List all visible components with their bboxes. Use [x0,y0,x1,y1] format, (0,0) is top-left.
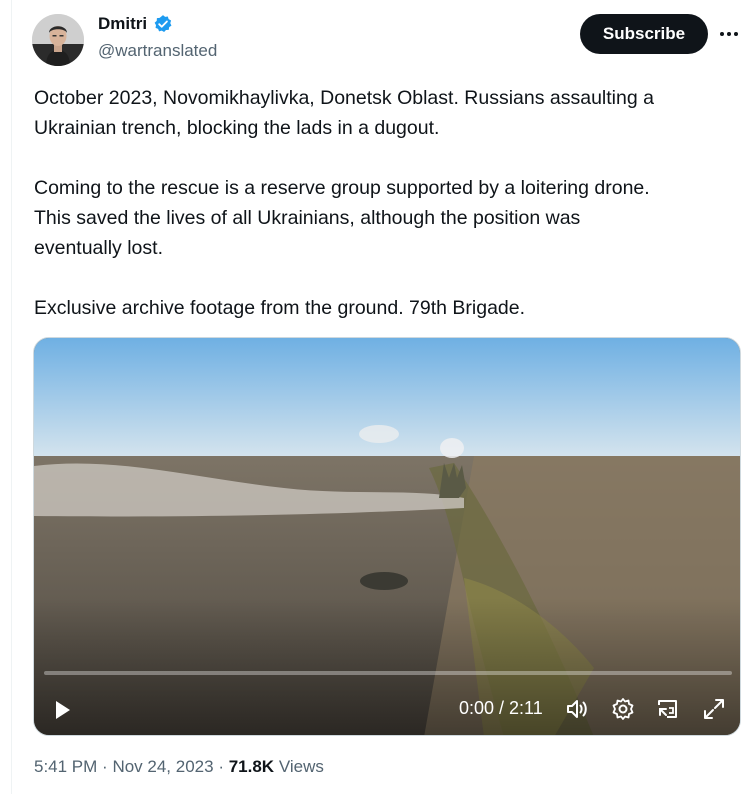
tweet-text-line: Ukrainian trench, blocking the lads in a… [34,117,440,139]
author-handle[interactable]: @wartranslated [98,41,217,61]
author-display-name[interactable]: Dmitri [98,14,147,34]
tweet-text-line: This saved the lives of all Ukrainians, … [34,207,581,229]
tweet-date[interactable]: Nov 24, 2023 [112,757,213,776]
tweet-header: Dmitri @wartranslated Subscribe [0,0,751,80]
person-photo-icon [32,14,84,66]
meta-separator: · [218,757,229,776]
play-icon[interactable] [50,698,74,722]
picture-in-picture-icon[interactable] [655,696,681,722]
volume-icon[interactable] [564,696,590,722]
views-count: 71.8K [228,757,275,776]
author-name-row: Dmitri [98,14,173,34]
video-time: 0:00 / 2:11 [459,698,543,718]
tweet-text-line: October 2023, Novomikhaylivka, Donetsk O… [34,87,654,109]
video-controls: 0:00 / 2:11 [34,688,740,732]
tweet-meta: 5:41 PM · Nov 24, 2023 · 71.8K Views [34,757,324,777]
views-label: Views [278,757,324,776]
tweet-text: October 2023, Novomikhaylivka, Donetsk O… [34,83,744,323]
tweet-text-line: Exclusive archive footage from the groun… [34,297,526,319]
tweet-time[interactable]: 5:41 PM [34,757,97,776]
subscribe-button[interactable]: Subscribe [580,14,708,54]
avatar[interactable] [32,14,84,66]
tweet-text-line: Coming to the rescue is a reserve group … [34,177,650,199]
verified-badge-icon[interactable] [153,14,173,34]
tweet-text-line: eventually lost. [34,237,163,259]
timeline-border [11,0,12,794]
meta-separator: · [102,757,113,776]
video-frame [34,338,740,735]
video-progress-bar[interactable] [44,671,732,675]
more-horizontal-icon[interactable] [716,22,742,46]
fullscreen-expand-icon[interactable] [701,696,727,722]
video-player[interactable]: 0:00 / 2:11 [33,337,741,736]
settings-gear-icon[interactable] [610,696,636,722]
